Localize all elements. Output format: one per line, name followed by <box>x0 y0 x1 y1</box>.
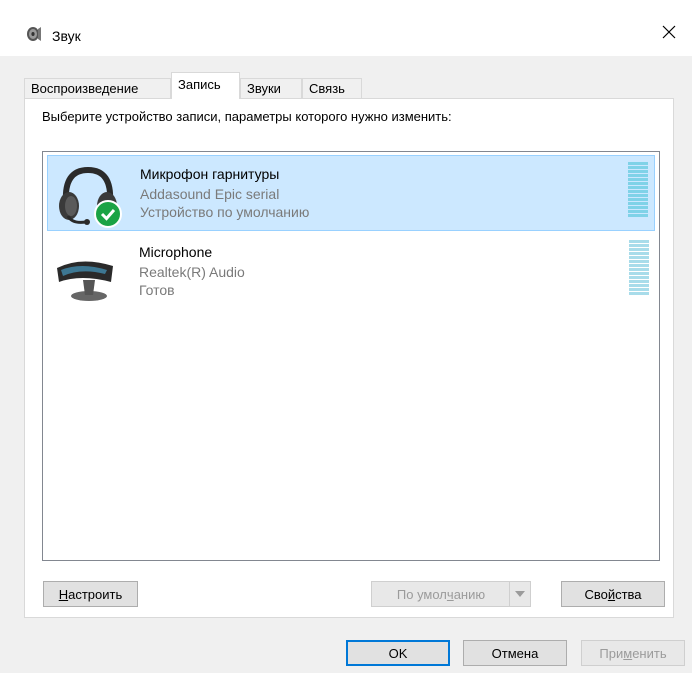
cancel-button[interactable]: Отмена <box>463 640 567 666</box>
device-driver: Addasound Epic serial <box>140 186 280 202</box>
device-item-headset[interactable]: Микрофон гарнитуры Addasound Epic serial… <box>47 155 655 231</box>
instruction-text: Выберите устройство записи, параметры ко… <box>42 109 452 124</box>
chevron-down-icon <box>515 591 525 597</box>
properties-button[interactable]: Сво й ства <box>561 581 665 607</box>
tab-sounds[interactable]: Звуки <box>240 78 302 98</box>
close-icon <box>662 25 676 39</box>
speaker-app-icon <box>27 27 41 41</box>
tab-playback[interactable]: Воспроизведение <box>24 78 171 98</box>
device-item-microphone[interactable]: Microphone Realtek(R) Audio Готов <box>47 234 655 310</box>
title-bar: Звук <box>0 0 692 56</box>
ok-button[interactable]: OK <box>346 640 450 666</box>
set-default-button[interactable]: По умол ч анию <box>371 581 531 607</box>
apply-button[interactable]: При м енить <box>581 640 685 666</box>
level-meter <box>628 162 648 218</box>
device-list[interactable]: Микрофон гарнитуры Addasound Epic serial… <box>42 151 660 561</box>
device-driver: Realtek(R) Audio <box>139 264 245 280</box>
set-default-dropdown[interactable] <box>509 582 530 606</box>
tab-recording[interactable]: Запись <box>171 72 240 99</box>
recording-panel: Выберите устройство записи, параметры ко… <box>24 98 674 618</box>
tab-communications[interactable]: Связь <box>302 78 362 98</box>
close-button[interactable] <box>646 12 692 52</box>
default-check-icon <box>94 200 122 228</box>
configure-button[interactable]: Настроить <box>43 581 138 607</box>
device-name: Microphone <box>139 244 213 260</box>
device-status: Готов <box>139 282 175 298</box>
device-status: Устройство по умолчанию <box>140 204 310 220</box>
webcam-microphone-icon <box>57 261 113 301</box>
level-meter <box>629 240 649 296</box>
device-name: Микрофон гарнитуры <box>140 166 280 182</box>
window-title: Звук <box>52 28 81 44</box>
